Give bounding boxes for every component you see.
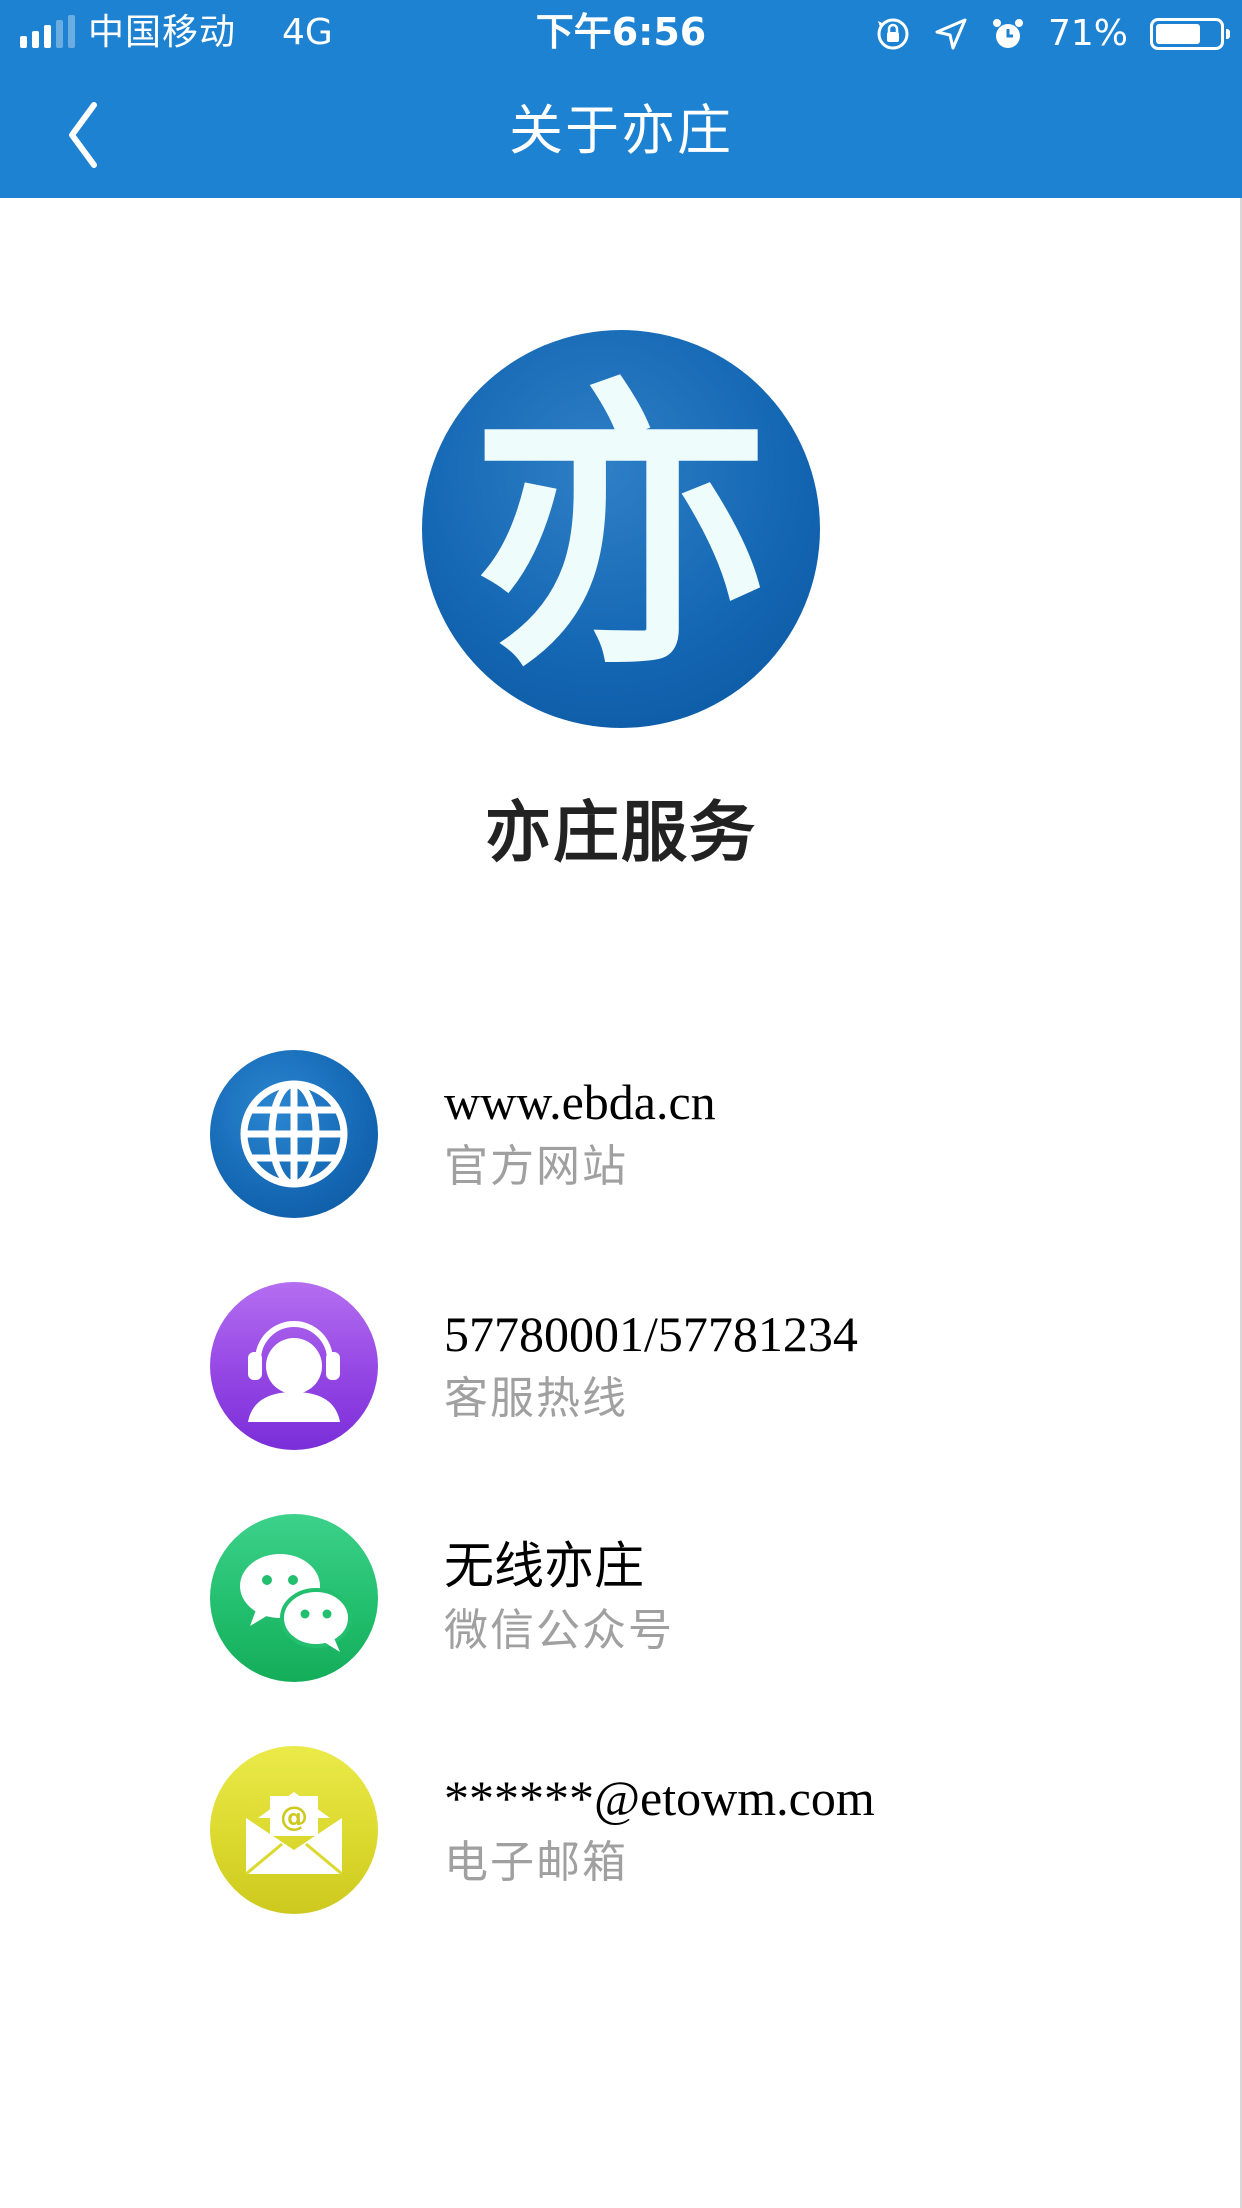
email-label: 电子邮箱: [444, 1837, 628, 1888]
website-label: 官方网站: [444, 1141, 628, 1192]
location-arrow-icon: [934, 17, 968, 51]
logo-glyph: 亦: [471, 352, 771, 705]
contact-item-email[interactable]: @ ******@etowm.com 电子邮箱: [210, 1746, 1110, 1916]
hotline-label: 客服热线: [444, 1373, 628, 1424]
battery-icon: [1150, 18, 1230, 50]
navigation-header: 中国移动 4G 下午6:56 71% 关于亦庄: [0, 0, 1242, 198]
app-name: 亦庄服务: [485, 794, 757, 871]
contact-item-wechat[interactable]: 无线亦庄 微信公众号: [210, 1514, 1110, 1684]
battery-percent: 71%: [1047, 13, 1128, 54]
contact-item-hotline[interactable]: 57780001/57781234 客服热线: [210, 1282, 1110, 1452]
envelope-at-icon: @: [210, 1746, 378, 1914]
wechat-icon: [210, 1514, 378, 1682]
status-icons: 71%: [874, 12, 1230, 56]
headset-user-icon: [210, 1282, 378, 1450]
wechat-label: 微信公众号: [444, 1605, 674, 1656]
hotline-number[interactable]: 57780001/57781234: [444, 1302, 858, 1366]
app-logo: 亦: [422, 330, 820, 728]
orientation-lock-icon: [874, 15, 912, 53]
svg-text:@: @: [280, 1800, 308, 1833]
contact-item-website[interactable]: www.ebda.cn 官方网站: [210, 1050, 1110, 1220]
wechat-account[interactable]: 无线亦庄: [444, 1534, 644, 1598]
battery-fill: [1156, 24, 1200, 44]
website-url[interactable]: www.ebda.cn: [444, 1070, 716, 1134]
status-bar: 中国移动 4G 下午6:56 71%: [0, 0, 1242, 66]
page-title: 关于亦庄: [509, 99, 733, 162]
email-address[interactable]: ******@etowm.com: [444, 1766, 875, 1830]
globe-icon: [210, 1050, 378, 1218]
alarm-icon: [990, 16, 1026, 52]
